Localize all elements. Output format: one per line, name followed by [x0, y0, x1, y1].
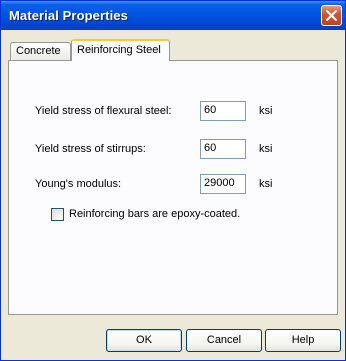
close-button[interactable] [321, 5, 342, 26]
youngs-modulus-value: 29000 [204, 177, 235, 189]
tab-reinforcing-steel-label: Reinforcing Steel [77, 44, 161, 56]
stirrup-yield-label: Yield stress of stirrups: [35, 143, 146, 155]
ok-button-label: OK [136, 334, 152, 346]
flexural-yield-input[interactable]: 60 [200, 101, 246, 121]
flexural-yield-value: 60 [204, 104, 217, 116]
ok-button[interactable]: OK [106, 329, 182, 352]
tab-concrete[interactable]: Concrete [10, 42, 71, 60]
material-properties-dialog: Material Properties Concrete Reinforcing… [0, 0, 346, 361]
stirrup-yield-value: 60 [204, 142, 217, 154]
help-button-label: Help [291, 334, 315, 346]
youngs-modulus-label: Young's modulus: [35, 178, 122, 190]
cancel-button[interactable]: Cancel [186, 329, 262, 352]
tab-concrete-label: Concrete [16, 45, 61, 57]
youngs-modulus-unit: ksi [259, 178, 273, 190]
title-bar[interactable]: Material Properties [1, 1, 345, 30]
tab-reinforcing-steel[interactable]: Reinforcing Steel [71, 39, 170, 61]
youngs-modulus-input[interactable]: 29000 [200, 174, 246, 194]
help-button[interactable]: Help [265, 329, 341, 352]
cancel-button-label: Cancel [206, 334, 242, 346]
epoxy-coated-checkbox[interactable] [51, 208, 64, 221]
flexural-yield-unit: ksi [259, 105, 273, 117]
stirrup-yield-input[interactable]: 60 [200, 139, 246, 159]
flexural-yield-label: Yield stress of flexural steel: [35, 105, 172, 117]
stirrup-yield-unit: ksi [259, 143, 273, 155]
window-title: Material Properties [9, 8, 128, 23]
close-icon [325, 9, 338, 22]
epoxy-coated-label[interactable]: Reinforcing bars are epoxy-coated. [69, 208, 240, 220]
